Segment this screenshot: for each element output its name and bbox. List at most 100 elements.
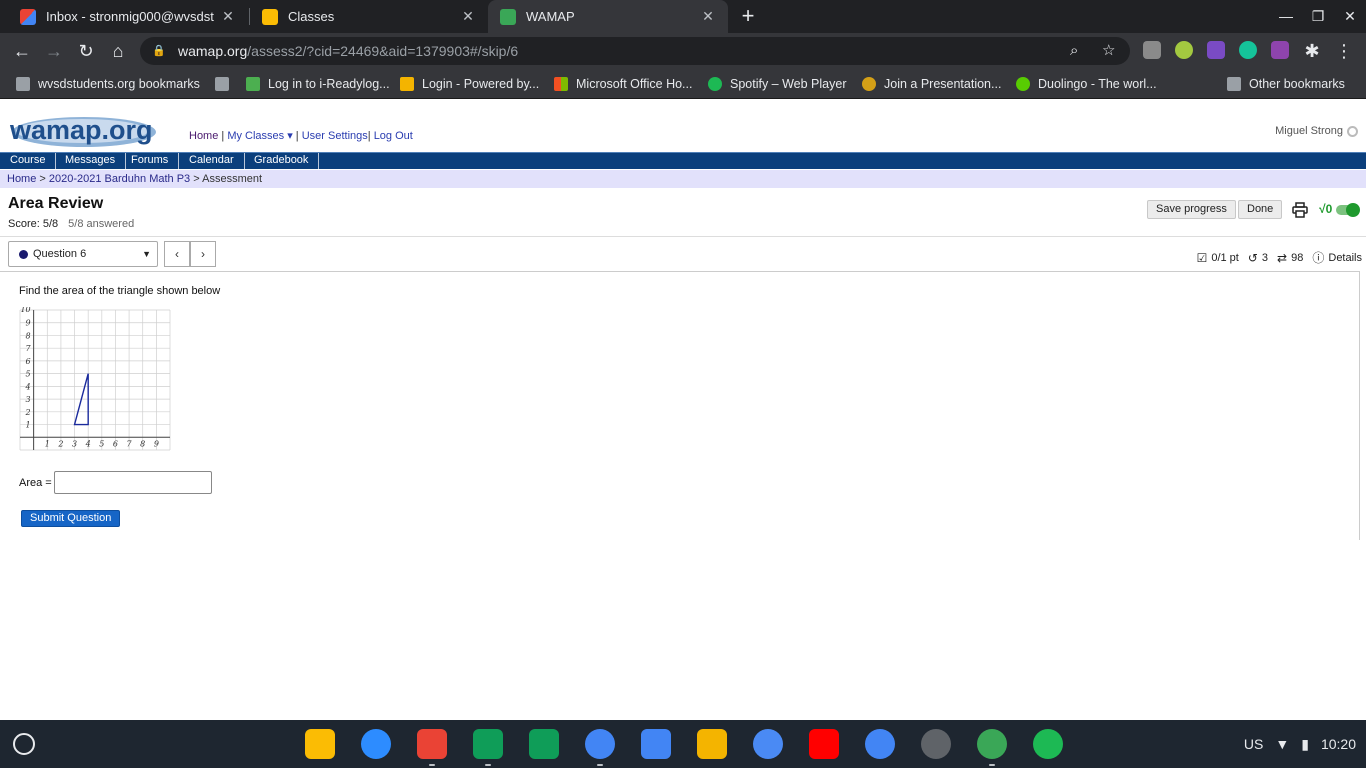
bookmark-spotify[interactable]: Spotify – Web Player (708, 69, 847, 99)
close-icon[interactable]: ✕ (460, 8, 476, 25)
info-icon[interactable]: ⓘ (1312, 249, 1324, 266)
caret-down-icon: ▼ (142, 249, 151, 259)
gmail-icon (20, 8, 36, 25)
breadcrumb-home[interactable]: Home (7, 173, 36, 185)
zoom-app-icon[interactable] (361, 729, 391, 759)
new-tab-button[interactable]: + (737, 3, 759, 29)
x-tick-label: 9 (154, 439, 159, 448)
iready-app-icon[interactable] (977, 729, 1007, 759)
question-select[interactable]: Question 6 ▼ (8, 241, 158, 267)
camera-app-icon[interactable] (921, 729, 951, 759)
minimize-button[interactable]: — (1270, 0, 1302, 33)
y-tick-label: 10 (20, 307, 30, 314)
star-icon[interactable]: ☆ (1102, 37, 1115, 65)
pdf-extension-icon[interactable] (1271, 41, 1289, 59)
address-bar[interactable]: 🔒 wamap.org/assess2/?cid=24469&aid=13799… (140, 37, 1130, 65)
home-button[interactable]: ⌂ (106, 39, 130, 63)
slides-app-icon[interactable] (697, 729, 727, 759)
details-link[interactable]: Details (1328, 252, 1362, 264)
y-tick-label: 2 (25, 408, 31, 417)
header-divider (0, 236, 1366, 237)
course-nav: Course Messages Forums Calendar Gradeboo… (0, 152, 1366, 169)
docs-app-icon[interactable] (641, 729, 671, 759)
score-line: Score: 5/8 5/8 answered (8, 218, 134, 230)
nav-calendar[interactable]: Calendar (179, 153, 245, 169)
url-host: wamap.org (178, 43, 248, 59)
bookmark-apps[interactable]: wvsdstudents.org bookmarks (16, 69, 200, 99)
close-icon[interactable]: ✕ (220, 8, 236, 25)
breadcrumb-course[interactable]: 2020-2021 Barduhn Math P3 (49, 173, 190, 185)
question-text: Find the area of the triangle shown belo… (19, 285, 221, 297)
forward-button[interactable]: → (42, 39, 66, 63)
my-classes-link[interactable]: My Classes ▾ (227, 130, 292, 142)
wamap-logo[interactable]: wamap.org (6, 110, 156, 148)
extensions-puzzle-icon[interactable]: ✱ (1300, 39, 1324, 63)
settings-app-icon[interactable] (753, 729, 783, 759)
prev-question-button[interactable]: ‹ (164, 241, 190, 267)
reload-button[interactable]: ↻ (74, 39, 98, 63)
submit-question-button[interactable]: Submit Question (21, 510, 121, 527)
tab-wamap[interactable]: WAMAP ✕ (488, 0, 728, 33)
menu-icon[interactable]: ⋮ (1332, 39, 1356, 63)
youtube-app-icon[interactable] (809, 729, 839, 759)
status-tray[interactable]: US ▼ ▮ 10:20 (1232, 720, 1356, 768)
bookmark-login[interactable]: Login - Powered by... (400, 69, 539, 99)
bookmark-office[interactable]: Microsoft Office Ho... (554, 69, 692, 99)
bookmark-presentation[interactable]: Join a Presentation... (862, 69, 1001, 99)
nav-messages[interactable]: Messages (55, 153, 127, 169)
triangle-graph: 1 2 3 4 5 6 7 8 912345678910 (19, 307, 171, 451)
classroom-app-icon[interactable] (473, 729, 503, 759)
nav-course[interactable]: Course (0, 153, 57, 169)
running-indicator (597, 764, 603, 766)
extension-icon[interactable] (1143, 41, 1161, 59)
tab-classes[interactable]: Classes ✕ (250, 0, 488, 33)
spotify-app-icon[interactable] (1033, 729, 1063, 759)
sheets-calc-app-icon[interactable] (529, 729, 559, 759)
bookmark-folder[interactable] (215, 69, 237, 99)
bookmark-other[interactable]: Other bookmarks (1227, 69, 1345, 99)
x-tick-label: 8 (140, 439, 145, 448)
x-tick-label: 7 (127, 439, 133, 448)
next-question-button[interactable]: › (190, 241, 216, 267)
user-settings-link[interactable]: User Settings (302, 130, 368, 142)
attempts-value: 98 (1291, 251, 1304, 264)
extension-icon[interactable] (1175, 41, 1193, 59)
tab-label: WAMAP (526, 9, 575, 24)
bookmark-duolingo[interactable]: Duolingo - The worl... (1016, 69, 1157, 99)
grammarly-icon[interactable] (1239, 41, 1257, 59)
math-entry-toggle[interactable]: √0 (1319, 201, 1360, 219)
running-indicator (485, 764, 491, 766)
zoom-icon[interactable]: ⌕ (1070, 37, 1078, 65)
tab-inbox[interactable]: Inbox - stronmig000@wvsdstude ✕ (8, 0, 248, 33)
extension-icon[interactable] (1207, 41, 1225, 59)
maximize-button[interactable]: ❐ (1302, 0, 1334, 33)
answered-count: 5/8 answered (68, 218, 135, 230)
gear-icon[interactable] (1347, 125, 1358, 137)
nav-forums[interactable]: Forums (121, 153, 180, 169)
keep-app-icon[interactable] (305, 729, 335, 759)
question-area: Find the area of the triangle shown belo… (0, 271, 1360, 540)
logout-link[interactable]: Log Out (374, 130, 413, 142)
retry-icon: ↺ (1247, 250, 1258, 265)
done-button[interactable]: Done (1238, 200, 1283, 219)
chrome-app-icon[interactable] (585, 729, 615, 759)
question-info: ☑ 0/1 pt ↺ 3 ⇄ 98 ⓘ Details (1188, 249, 1362, 266)
bookmark-iready[interactable]: Log in to i-Readylog... (246, 69, 390, 99)
y-tick-label: 7 (26, 344, 32, 353)
gmail-app-icon[interactable] (417, 729, 447, 759)
save-progress-button[interactable]: Save progress (1147, 200, 1236, 219)
clock: 10:20 (1320, 736, 1356, 752)
wamap-icon (500, 8, 516, 25)
x-tick-label: 6 (113, 439, 118, 448)
user-menu[interactable]: Miguel Strong (1275, 125, 1358, 137)
back-button[interactable]: ← (10, 39, 34, 63)
home-link[interactable]: Home (189, 130, 218, 142)
login-icon (400, 77, 414, 91)
close-window-button[interactable]: ✕ (1334, 0, 1366, 33)
print-icon[interactable] (1292, 202, 1308, 218)
close-icon[interactable]: ✕ (700, 8, 716, 25)
nav-gradebook[interactable]: Gradebook (244, 153, 320, 169)
launcher-button[interactable] (13, 733, 35, 755)
area-input[interactable] (54, 471, 212, 494)
files-app-icon[interactable] (865, 729, 895, 759)
